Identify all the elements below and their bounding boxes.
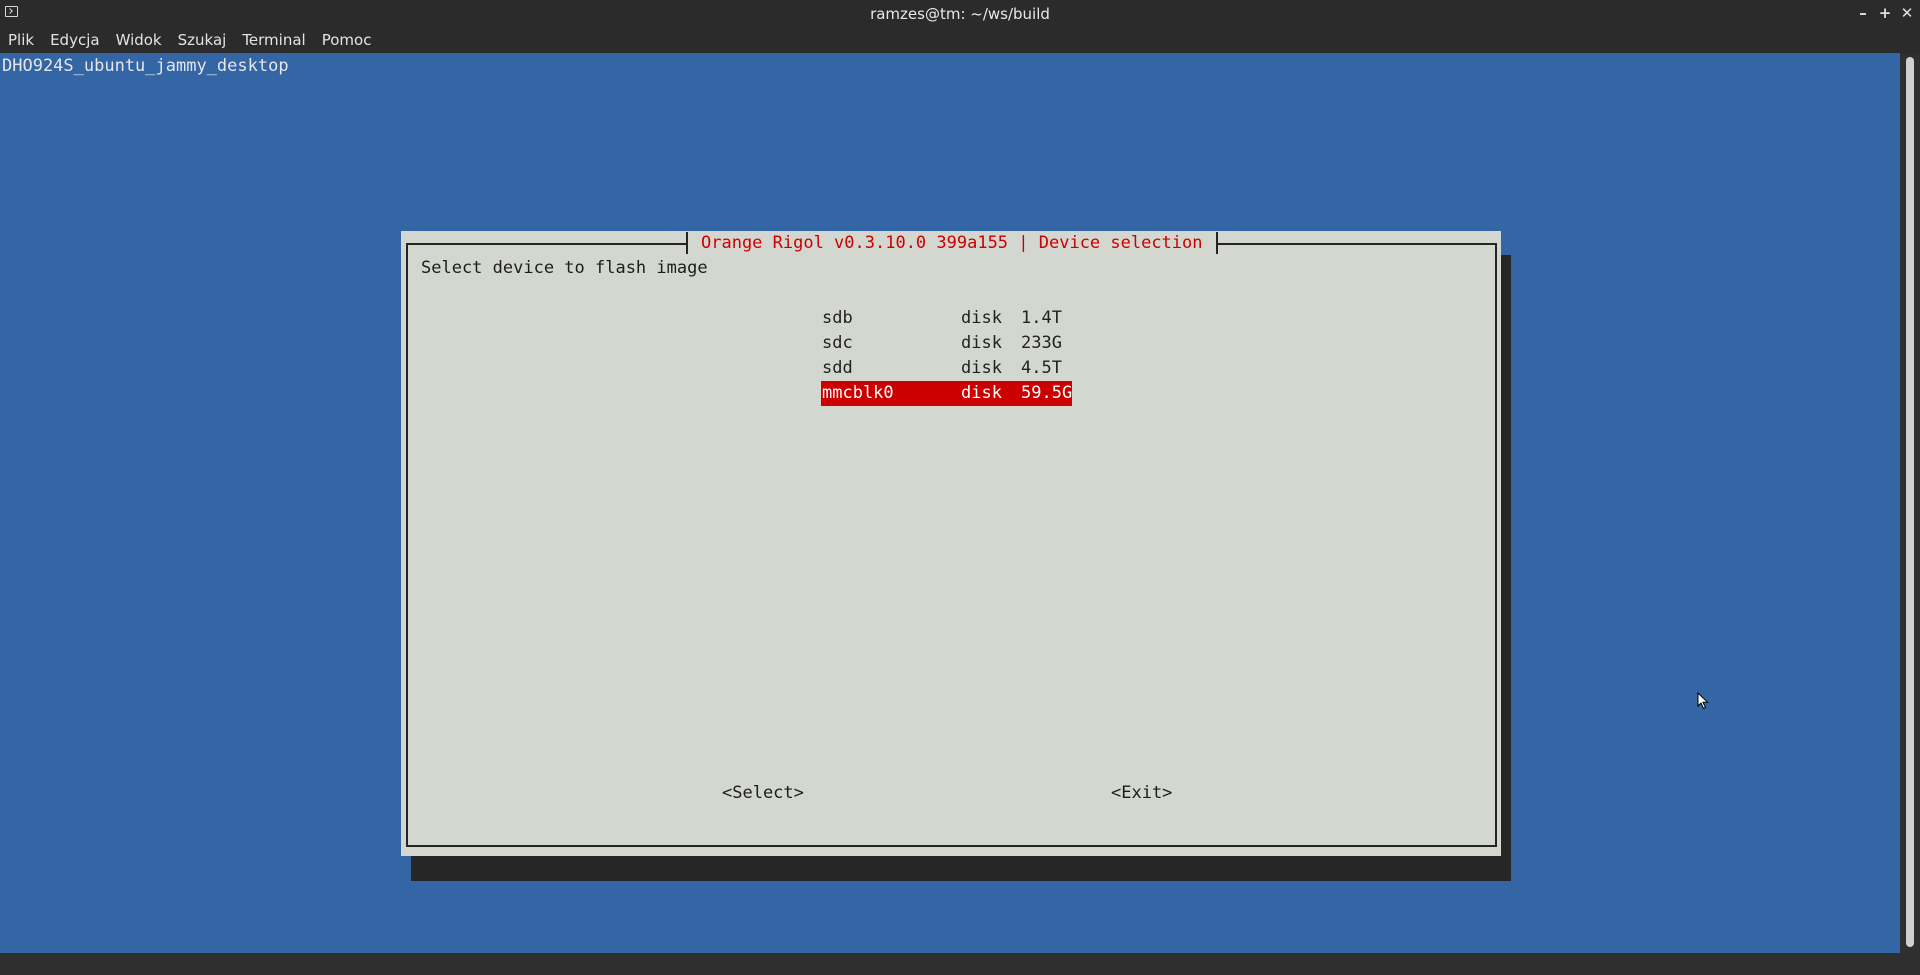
device-selection-dialog: Orange Rigol v0.3.10.0 399a155 | Device …	[401, 231, 1501, 856]
device-name: mmcblk0	[822, 383, 894, 403]
device-size: 233G	[1021, 333, 1062, 353]
maximize-button[interactable]: +	[1876, 3, 1894, 23]
menu-edycja[interactable]: Edycja	[42, 27, 107, 49]
device-type: disk	[961, 308, 1002, 328]
dialog-prompt: Select device to flash image	[421, 258, 708, 278]
terminal-area[interactable]: DHO924S_ubuntu_jammy_desktop Orange Rigo…	[0, 53, 1900, 953]
dialog-title: Orange Rigol v0.3.10.0 399a155 | Device …	[686, 232, 1218, 254]
device-row-sdc[interactable]: sdc disk 233G	[821, 331, 1072, 356]
title-bar: ramzes@tm: ~/ws/build – + ✕	[0, 0, 1920, 27]
device-row-sdd[interactable]: sdd disk 4.5T	[821, 356, 1072, 381]
menu-szukaj[interactable]: Szukaj	[170, 27, 235, 49]
device-row-sdb[interactable]: sdb disk 1.4T	[821, 306, 1072, 331]
device-name: sdb	[822, 308, 853, 328]
menu-pomoc[interactable]: Pomoc	[314, 27, 380, 49]
menu-plik[interactable]: Plik	[0, 27, 42, 49]
window-bottom-edge	[0, 953, 1920, 975]
select-button[interactable]: <Select>	[722, 783, 804, 803]
device-size: 4.5T	[1021, 358, 1062, 378]
device-size: 1.4T	[1021, 308, 1062, 328]
window-title: ramzes@tm: ~/ws/build	[870, 5, 1050, 23]
device-size: 59.5G	[1021, 383, 1073, 403]
device-row-mmcblk0[interactable]: mmcblk0 disk 59.5G	[821, 381, 1072, 406]
device-list: sdb disk 1.4T sdc disk 233G sdd disk 4.5…	[821, 306, 1072, 406]
device-type: disk	[961, 358, 1002, 378]
menu-terminal[interactable]: Terminal	[234, 27, 313, 49]
device-type: disk	[961, 333, 1002, 353]
mouse-pointer-icon	[1697, 692, 1709, 710]
backtitle: DHO924S_ubuntu_jammy_desktop	[2, 56, 289, 76]
menu-widok[interactable]: Widok	[108, 27, 170, 49]
device-name: sdc	[822, 333, 853, 353]
exit-button[interactable]: <Exit>	[1111, 783, 1172, 803]
scrollbar[interactable]	[1900, 53, 1920, 953]
minimize-button[interactable]: –	[1854, 3, 1872, 23]
close-button[interactable]: ✕	[1898, 3, 1916, 23]
menu-bar: Plik Edycja Widok Szukaj Terminal Pomoc	[0, 27, 1920, 53]
device-type: disk	[961, 383, 1002, 403]
scrollbar-thumb[interactable]	[1906, 57, 1914, 947]
device-name: sdd	[822, 358, 853, 378]
